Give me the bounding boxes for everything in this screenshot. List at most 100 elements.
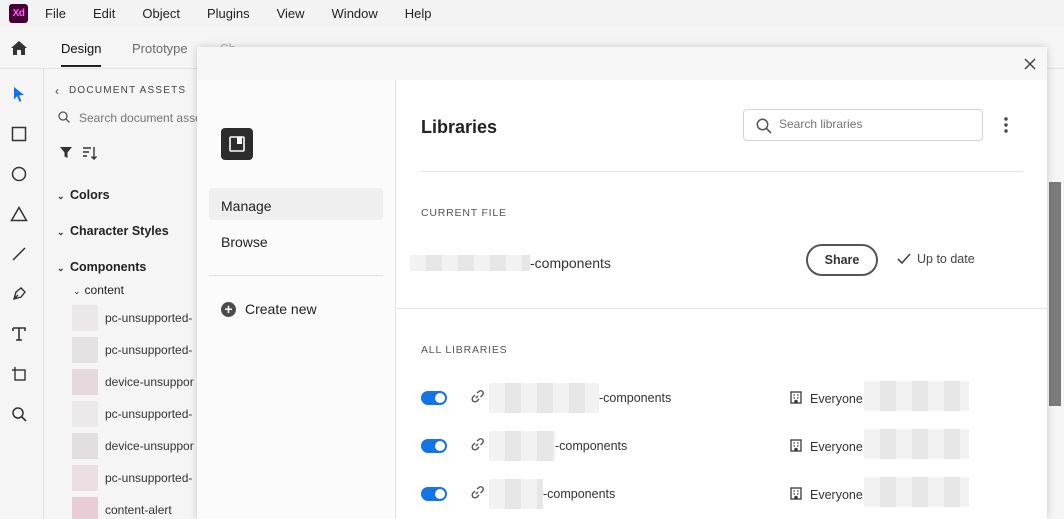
organization-icon bbox=[790, 391, 802, 404]
section-character-styles-label: Character Styles bbox=[70, 224, 169, 238]
component-label: device-unsuppor bbox=[105, 375, 194, 389]
library-name[interactable]: -components bbox=[489, 477, 615, 511]
library-name[interactable]: -components bbox=[489, 429, 627, 463]
component-item[interactable]: device-unsuppor bbox=[72, 368, 197, 396]
add-circle-icon: + bbox=[221, 301, 236, 317]
component-item[interactable]: pc-unsupported- bbox=[72, 304, 197, 332]
section-character-styles[interactable]: ⌄ Character Styles bbox=[57, 224, 169, 238]
text-tool-icon[interactable] bbox=[9, 324, 29, 344]
polygon-tool-icon[interactable] bbox=[9, 204, 29, 224]
chevron-left-icon[interactable]: ‹ bbox=[55, 84, 59, 98]
search-icon bbox=[756, 118, 772, 134]
menu-view[interactable]: View bbox=[277, 6, 305, 21]
menu-edit[interactable]: Edit bbox=[93, 6, 115, 21]
sync-status: Up to date bbox=[897, 252, 975, 266]
checkmark-icon bbox=[897, 253, 911, 265]
libraries-sidebar: Manage Browse + Create new bbox=[197, 80, 396, 519]
more-options-icon[interactable] bbox=[1003, 116, 1009, 134]
tab-design[interactable]: Design bbox=[61, 41, 101, 56]
current-file-heading: CURRENT FILE bbox=[421, 207, 507, 219]
redacted-owner bbox=[864, 477, 969, 507]
line-tool-icon[interactable] bbox=[9, 244, 29, 264]
redacted-name bbox=[410, 255, 530, 271]
library-name-suffix: -components bbox=[543, 487, 616, 501]
home-icon[interactable] bbox=[9, 38, 29, 58]
page-title: Libraries bbox=[421, 117, 498, 137]
section-colors[interactable]: ⌄ Colors bbox=[57, 188, 110, 202]
nav-browse[interactable]: Browse bbox=[221, 234, 268, 250]
organization-icon bbox=[790, 439, 802, 452]
component-thumbnail bbox=[72, 497, 98, 519]
library-row: -components Everyone bbox=[421, 477, 1021, 509]
library-search-input[interactable] bbox=[779, 117, 969, 131]
sidebar-divider bbox=[209, 275, 383, 276]
components-subgroup-content[interactable]: ⌄ content bbox=[73, 283, 124, 297]
component-thumbnail bbox=[72, 305, 98, 331]
redacted-owner bbox=[864, 429, 969, 459]
link-icon bbox=[471, 486, 484, 499]
library-name-suffix: -components bbox=[599, 391, 672, 405]
library-enabled-toggle[interactable] bbox=[421, 487, 447, 501]
adobe-xd-logo: Xd bbox=[9, 4, 28, 23]
select-tool-icon[interactable] bbox=[9, 84, 29, 104]
current-file-name: -components bbox=[410, 255, 611, 271]
chevron-down-icon: ⌄ bbox=[57, 227, 65, 237]
menu-plugins[interactable]: Plugins bbox=[207, 6, 250, 21]
component-item[interactable]: device-unsuppor bbox=[72, 432, 197, 460]
close-icon[interactable] bbox=[1023, 57, 1037, 71]
menu-window[interactable]: Window bbox=[332, 6, 378, 21]
create-new-button[interactable]: + Create new bbox=[221, 301, 317, 317]
menu-file[interactable]: File bbox=[45, 6, 66, 21]
libraries-main: Libraries CURRENT FILE -components Share… bbox=[397, 80, 1047, 519]
filter-icon[interactable] bbox=[59, 146, 73, 159]
library-row: -components Everyone bbox=[421, 381, 1021, 413]
nav-manage[interactable]: Manage bbox=[209, 188, 383, 220]
sort-icon[interactable] bbox=[82, 146, 98, 160]
component-item[interactable]: pc-unsupported- bbox=[72, 464, 197, 492]
library-enabled-toggle[interactable] bbox=[421, 439, 447, 453]
component-thumbnail bbox=[72, 337, 98, 363]
component-label: device-unsuppor bbox=[105, 439, 194, 453]
all-libraries-heading: ALL LIBRARIES bbox=[421, 344, 508, 356]
tab-prototype[interactable]: Prototype bbox=[132, 41, 188, 56]
menu-help[interactable]: Help bbox=[405, 6, 432, 21]
redacted-name bbox=[489, 479, 543, 509]
link-icon bbox=[471, 390, 484, 403]
section-divider bbox=[397, 308, 1047, 309]
link-icon bbox=[471, 438, 484, 451]
zoom-tool-icon[interactable] bbox=[9, 404, 29, 424]
header-divider bbox=[421, 171, 1023, 172]
artboard-tool-icon[interactable] bbox=[9, 364, 29, 384]
component-item[interactable]: pc-unsupported- bbox=[72, 400, 197, 428]
component-label: content-alert bbox=[105, 503, 172, 517]
section-components-label: Components bbox=[70, 260, 147, 274]
tool-bar bbox=[0, 69, 44, 519]
library-audience: Everyone bbox=[810, 392, 863, 406]
sync-status-label: Up to date bbox=[917, 252, 975, 266]
component-item[interactable]: pc-unsupported- bbox=[72, 336, 197, 364]
rectangle-tool-icon[interactable] bbox=[9, 124, 29, 144]
component-label: pc-unsupported- bbox=[105, 471, 193, 485]
component-thumbnail bbox=[72, 401, 98, 427]
chevron-down-icon: ⌄ bbox=[57, 191, 65, 201]
redacted-name bbox=[489, 383, 599, 413]
current-file-suffix: -components bbox=[530, 255, 611, 271]
search-icon bbox=[58, 111, 70, 123]
library-search-box[interactable] bbox=[743, 109, 983, 141]
component-label: pc-unsupported- bbox=[105, 407, 193, 421]
canvas-scrollbar-thumb[interactable] bbox=[1049, 182, 1061, 406]
organization-icon bbox=[790, 487, 802, 500]
pen-tool-icon[interactable] bbox=[9, 284, 29, 304]
subgroup-label: content bbox=[84, 283, 124, 297]
share-button[interactable]: Share bbox=[806, 244, 878, 276]
ellipse-tool-icon[interactable] bbox=[9, 164, 29, 184]
library-name[interactable]: -components bbox=[489, 381, 671, 415]
library-row: -components Everyone bbox=[421, 429, 1021, 461]
section-components[interactable]: ⌄ Components bbox=[57, 260, 146, 274]
assets-search-input[interactable] bbox=[79, 111, 197, 125]
component-item[interactable]: content-alert bbox=[72, 496, 197, 519]
library-enabled-toggle[interactable] bbox=[421, 391, 447, 405]
menu-object[interactable]: Object bbox=[142, 6, 180, 21]
assets-panel-title: DOCUMENT ASSETS bbox=[69, 85, 187, 96]
library-audience: Everyone bbox=[810, 440, 863, 454]
